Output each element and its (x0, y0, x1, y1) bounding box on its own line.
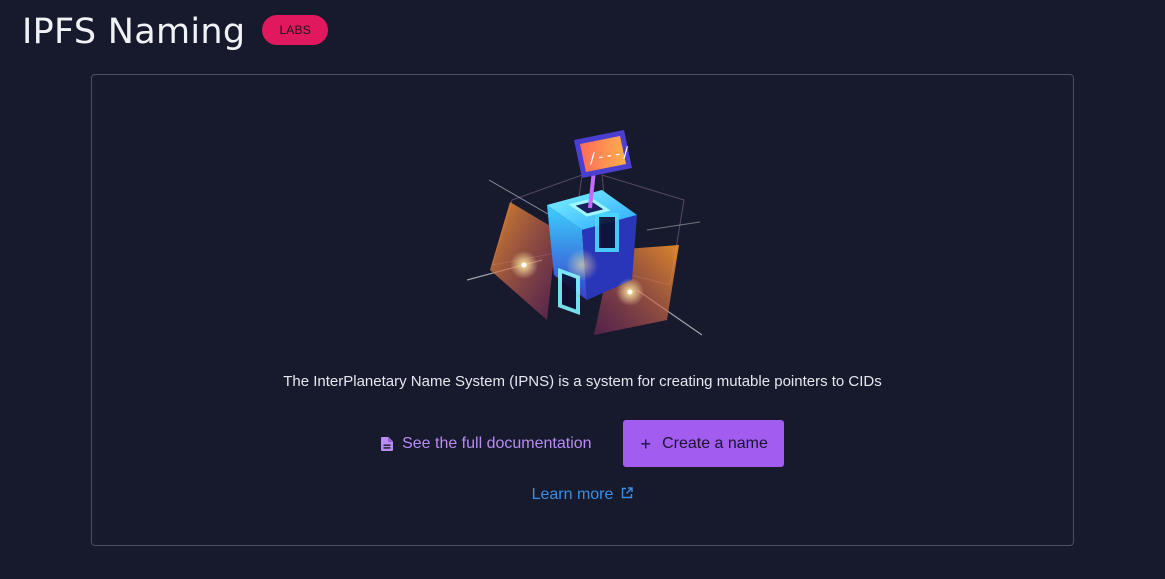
page-title: IPFS Naming (22, 12, 246, 52)
documentation-link-label: See the full documentation (402, 434, 592, 452)
create-name-button[interactable]: + Create a name (622, 420, 784, 467)
ipns-empty-state-card: /---/ The InterPlanetary Name System (IP… (91, 74, 1074, 546)
ipns-illustration: /---/ (466, 130, 702, 336)
plus-icon: + (640, 433, 652, 454)
document-icon (381, 436, 394, 451)
ipns-description: The InterPlanetary Name System (IPNS) is… (283, 373, 882, 390)
action-row: See the full documentation + Create a na… (92, 420, 1073, 467)
learn-more-label: Learn more (531, 486, 614, 503)
external-link-icon (622, 487, 634, 499)
create-name-label: Create a name (662, 434, 768, 452)
page-header: IPFS Naming LABS (22, 12, 328, 52)
labs-badge: LABS (262, 15, 328, 45)
documentation-link[interactable]: See the full documentation (381, 434, 592, 453)
learn-more-link[interactable]: Learn more (92, 486, 1073, 504)
